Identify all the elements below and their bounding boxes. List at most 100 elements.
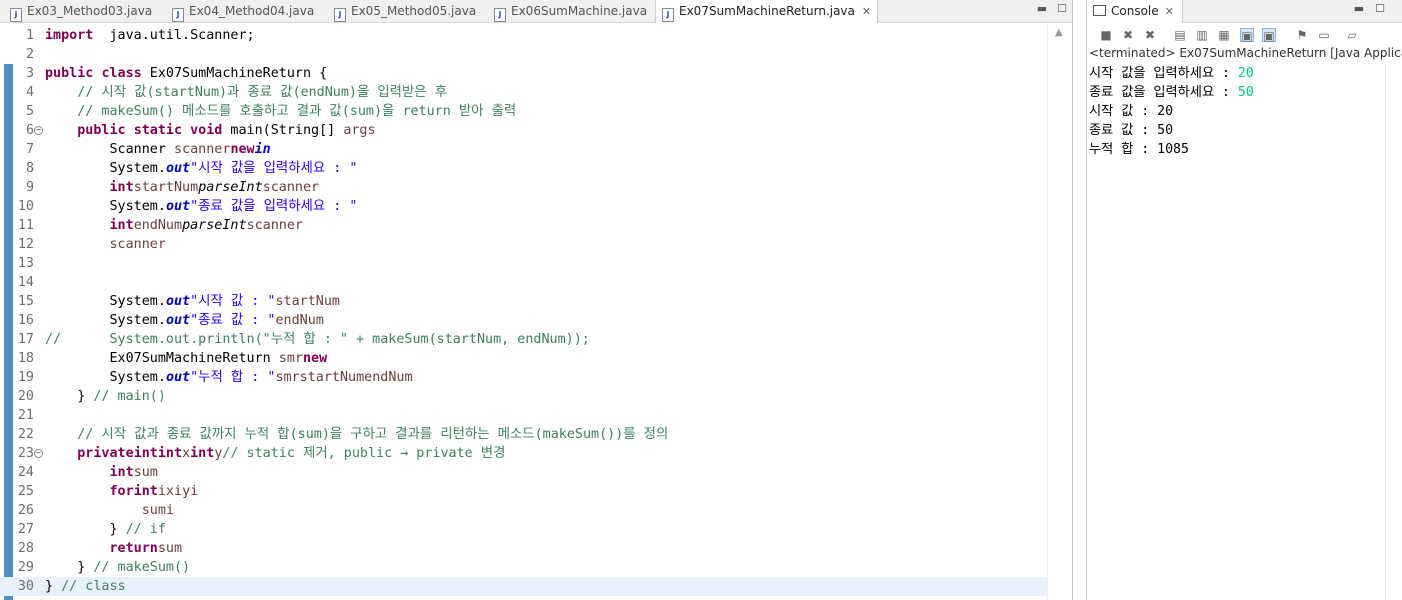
tab-ex03[interactable]: J Ex03_Method03.java: [4, 0, 152, 22]
line-number: 7: [25, 142, 34, 157]
code-text: Scanner scannernewin: [45, 142, 271, 157]
pin-console-icon[interactable]: ⚑: [1295, 28, 1309, 42]
tab-ex07-active[interactable]: J Ex07SumMachineReturn.java ✕: [655, 0, 879, 23]
code-text: System.out"시작 값을 입력하세요 : ": [45, 161, 358, 176]
code-line[interactable]: 17 // System.out.println("누적 합 : " + make…: [0, 330, 1048, 349]
line-number: 1: [25, 28, 34, 43]
word-wrap-icon[interactable]: ▦: [1217, 28, 1231, 42]
tab-ex06[interactable]: J Ex06SumMachine.java: [488, 0, 647, 22]
code-line[interactable]: 12 scanner: [0, 235, 1048, 254]
console-tab[interactable]: Console ✕: [1087, 0, 1183, 23]
terminate-icon[interactable]: ■: [1099, 28, 1113, 42]
vertical-scrollbar[interactable]: ▲: [1047, 23, 1072, 600]
code-text: // 시작 값(startNum)과 종료 값(endNum)을 입력받은 후: [77, 85, 448, 100]
console-icon: [1093, 5, 1106, 16]
code-line[interactable]: 20 } // main(): [0, 387, 1048, 406]
code-text: intendNumparseIntscanner: [109, 218, 304, 233]
console-scrollbar[interactable]: [1385, 64, 1402, 600]
code-line[interactable]: 15 System.out"시작 값 : "startNum: [0, 292, 1048, 311]
java-file-icon: J: [172, 8, 184, 22]
code-line[interactable]: 28 returnsum: [0, 539, 1048, 558]
code-line[interactable]: 4 // 시작 값(startNum)과 종료 값(endNum)을 입력받은 …: [0, 83, 1048, 102]
code-line[interactable]: 22 // 시작 값과 종료 값까지 누적 합(sum)을 구하고 결과를 리턴…: [0, 425, 1048, 444]
close-tab-icon[interactable]: ✕: [862, 5, 871, 18]
code-line[interactable]: 8 System.out"시작 값을 입력하세요 : ": [0, 159, 1048, 178]
line-number: 6: [25, 123, 34, 138]
code-line[interactable]: 27 } // if: [0, 520, 1048, 539]
scroll-lock-icon[interactable]: ▥: [1195, 28, 1209, 42]
close-console-icon[interactable]: ✕: [1165, 5, 1174, 18]
code-line[interactable]: 16 System.out"종료 값 : "endNum: [0, 311, 1048, 330]
remove-launch-icon[interactable]: ✖: [1121, 28, 1135, 42]
line-number: 14: [17, 275, 34, 290]
line-number: 13: [17, 256, 34, 271]
fold-toggle-icon[interactable]: −: [34, 449, 43, 458]
console-output[interactable]: 시작 값을 입력하세요 : 20 종료 값을 입력하세요 : 50 시작 값 : 2…: [1089, 64, 1389, 159]
code-text: public class Ex07SumMachineReturn {: [45, 66, 328, 81]
code-line[interactable]: 23− privateintintxinty// static 제거, publ…: [0, 444, 1048, 463]
code-text: } // main(): [45, 389, 166, 404]
java-file-icon: J: [662, 8, 674, 22]
line-number: 27: [17, 522, 34, 537]
remove-all-icon[interactable]: ✖: [1143, 28, 1157, 42]
line-number: 22: [17, 427, 34, 442]
code-line[interactable]: 13: [0, 254, 1048, 273]
code-text: // makeSum() 메소드를 호출하고 결과 값(sum)을 return…: [77, 104, 517, 119]
code-editor[interactable]: J Ex03_Method03.java J Ex04_Method04.java …: [0, 0, 1073, 600]
code-line[interactable]: 5 // makeSum() 메소드를 호출하고 결과 값(sum)을 retu…: [0, 102, 1048, 121]
tab-ex04[interactable]: J Ex04_Method04.java: [166, 0, 314, 22]
line-number: 24: [17, 465, 34, 480]
line-number: 25: [17, 484, 34, 499]
code-line[interactable]: 21: [0, 406, 1048, 425]
code-line[interactable]: 26 sumi: [0, 501, 1048, 520]
code-line[interactable]: 29 } // makeSum(): [0, 558, 1048, 577]
code-line[interactable]: 6− public static void main(String[] args: [0, 121, 1048, 140]
code-text: forintixiyi: [109, 484, 199, 499]
console-maximize-icon[interactable]: ☐: [1374, 3, 1386, 15]
console-output-text: 누적 합 : 1085: [1089, 142, 1189, 157]
code-line[interactable]: 25 forintixiyi: [0, 482, 1048, 501]
java-file-icon: J: [10, 8, 22, 22]
code-line[interactable]: 24 intsum: [0, 463, 1048, 482]
code-text: } // class: [45, 579, 126, 594]
tab-ex05[interactable]: J Ex05_Method05.java: [328, 0, 476, 22]
code-line[interactable]: 30} // class: [0, 577, 1048, 596]
line-number: 9: [25, 180, 34, 195]
code-line[interactable]: 10 System.out"종료 값을 입력하세요 : ": [0, 197, 1048, 216]
line-number: 18: [17, 351, 34, 366]
show-on-stdout-icon[interactable]: ▣: [1240, 28, 1254, 43]
code-area[interactable]: 1 import java.util.Scanner; 2 3 public class…: [0, 23, 1072, 600]
console-output-text: 종료 값을 입력하세요 :: [1089, 85, 1238, 100]
line-number: 28: [17, 541, 34, 556]
maximize-icon[interactable]: ☐: [1056, 3, 1068, 15]
show-on-stderr-icon[interactable]: ▣: [1262, 28, 1276, 43]
code-line[interactable]: 1 import java.util.Scanner;: [0, 26, 1048, 45]
clear-console-icon[interactable]: ▤: [1173, 28, 1187, 42]
console-output-text: 시작 값 : 20: [1089, 104, 1174, 119]
java-file-icon: J: [334, 8, 346, 22]
code-line[interactable]: 14: [0, 273, 1048, 292]
fold-toggle-icon[interactable]: −: [34, 126, 43, 135]
console-view[interactable]: Console ✕ ▬ ☐ ■ ✖ ✖ ▤ ▥ ▦ ▣ ▣ ⚑ ▭ ▱ <term…: [1086, 0, 1402, 600]
code-line[interactable]: 2: [0, 45, 1048, 64]
line-number: 29: [17, 560, 34, 575]
open-console-icon[interactable]: ▱: [1345, 28, 1359, 42]
code-line[interactable]: 9 intstartNumparseIntscanner: [0, 178, 1048, 197]
display-console-icon[interactable]: ▭: [1317, 28, 1331, 42]
console-minimize-icon[interactable]: ▬: [1353, 3, 1365, 15]
console-line: 종료 값을 입력하세요 : 50: [1089, 83, 1389, 102]
code-text: // System.out.println("누적 합 : " + makeSu…: [45, 332, 590, 347]
code-text: System.out"시작 값 : "startNum: [45, 294, 340, 309]
code-text: privateintintxinty// static 제거, public →…: [77, 446, 506, 461]
line-number: 10: [17, 199, 34, 214]
code-line[interactable]: 7 Scanner scannernewin: [0, 140, 1048, 159]
minimize-icon[interactable]: ▬: [1036, 3, 1048, 15]
console-line: 시작 값을 입력하세요 : 20: [1089, 64, 1389, 83]
editor-tab-bar: J Ex03_Method03.java J Ex04_Method04.java …: [0, 0, 1072, 23]
code-line[interactable]: 3 public class Ex07SumMachineReturn {: [0, 64, 1048, 83]
line-number: 17: [17, 332, 34, 347]
code-line[interactable]: 11 intendNumparseIntscanner: [0, 216, 1048, 235]
scroll-up-icon[interactable]: ▲: [1055, 27, 1063, 38]
code-line[interactable]: 19 System.out"누적 합 : "smrstartNumendNum: [0, 368, 1048, 387]
code-line[interactable]: 18 Ex07SumMachineReturn smrnew: [0, 349, 1048, 368]
